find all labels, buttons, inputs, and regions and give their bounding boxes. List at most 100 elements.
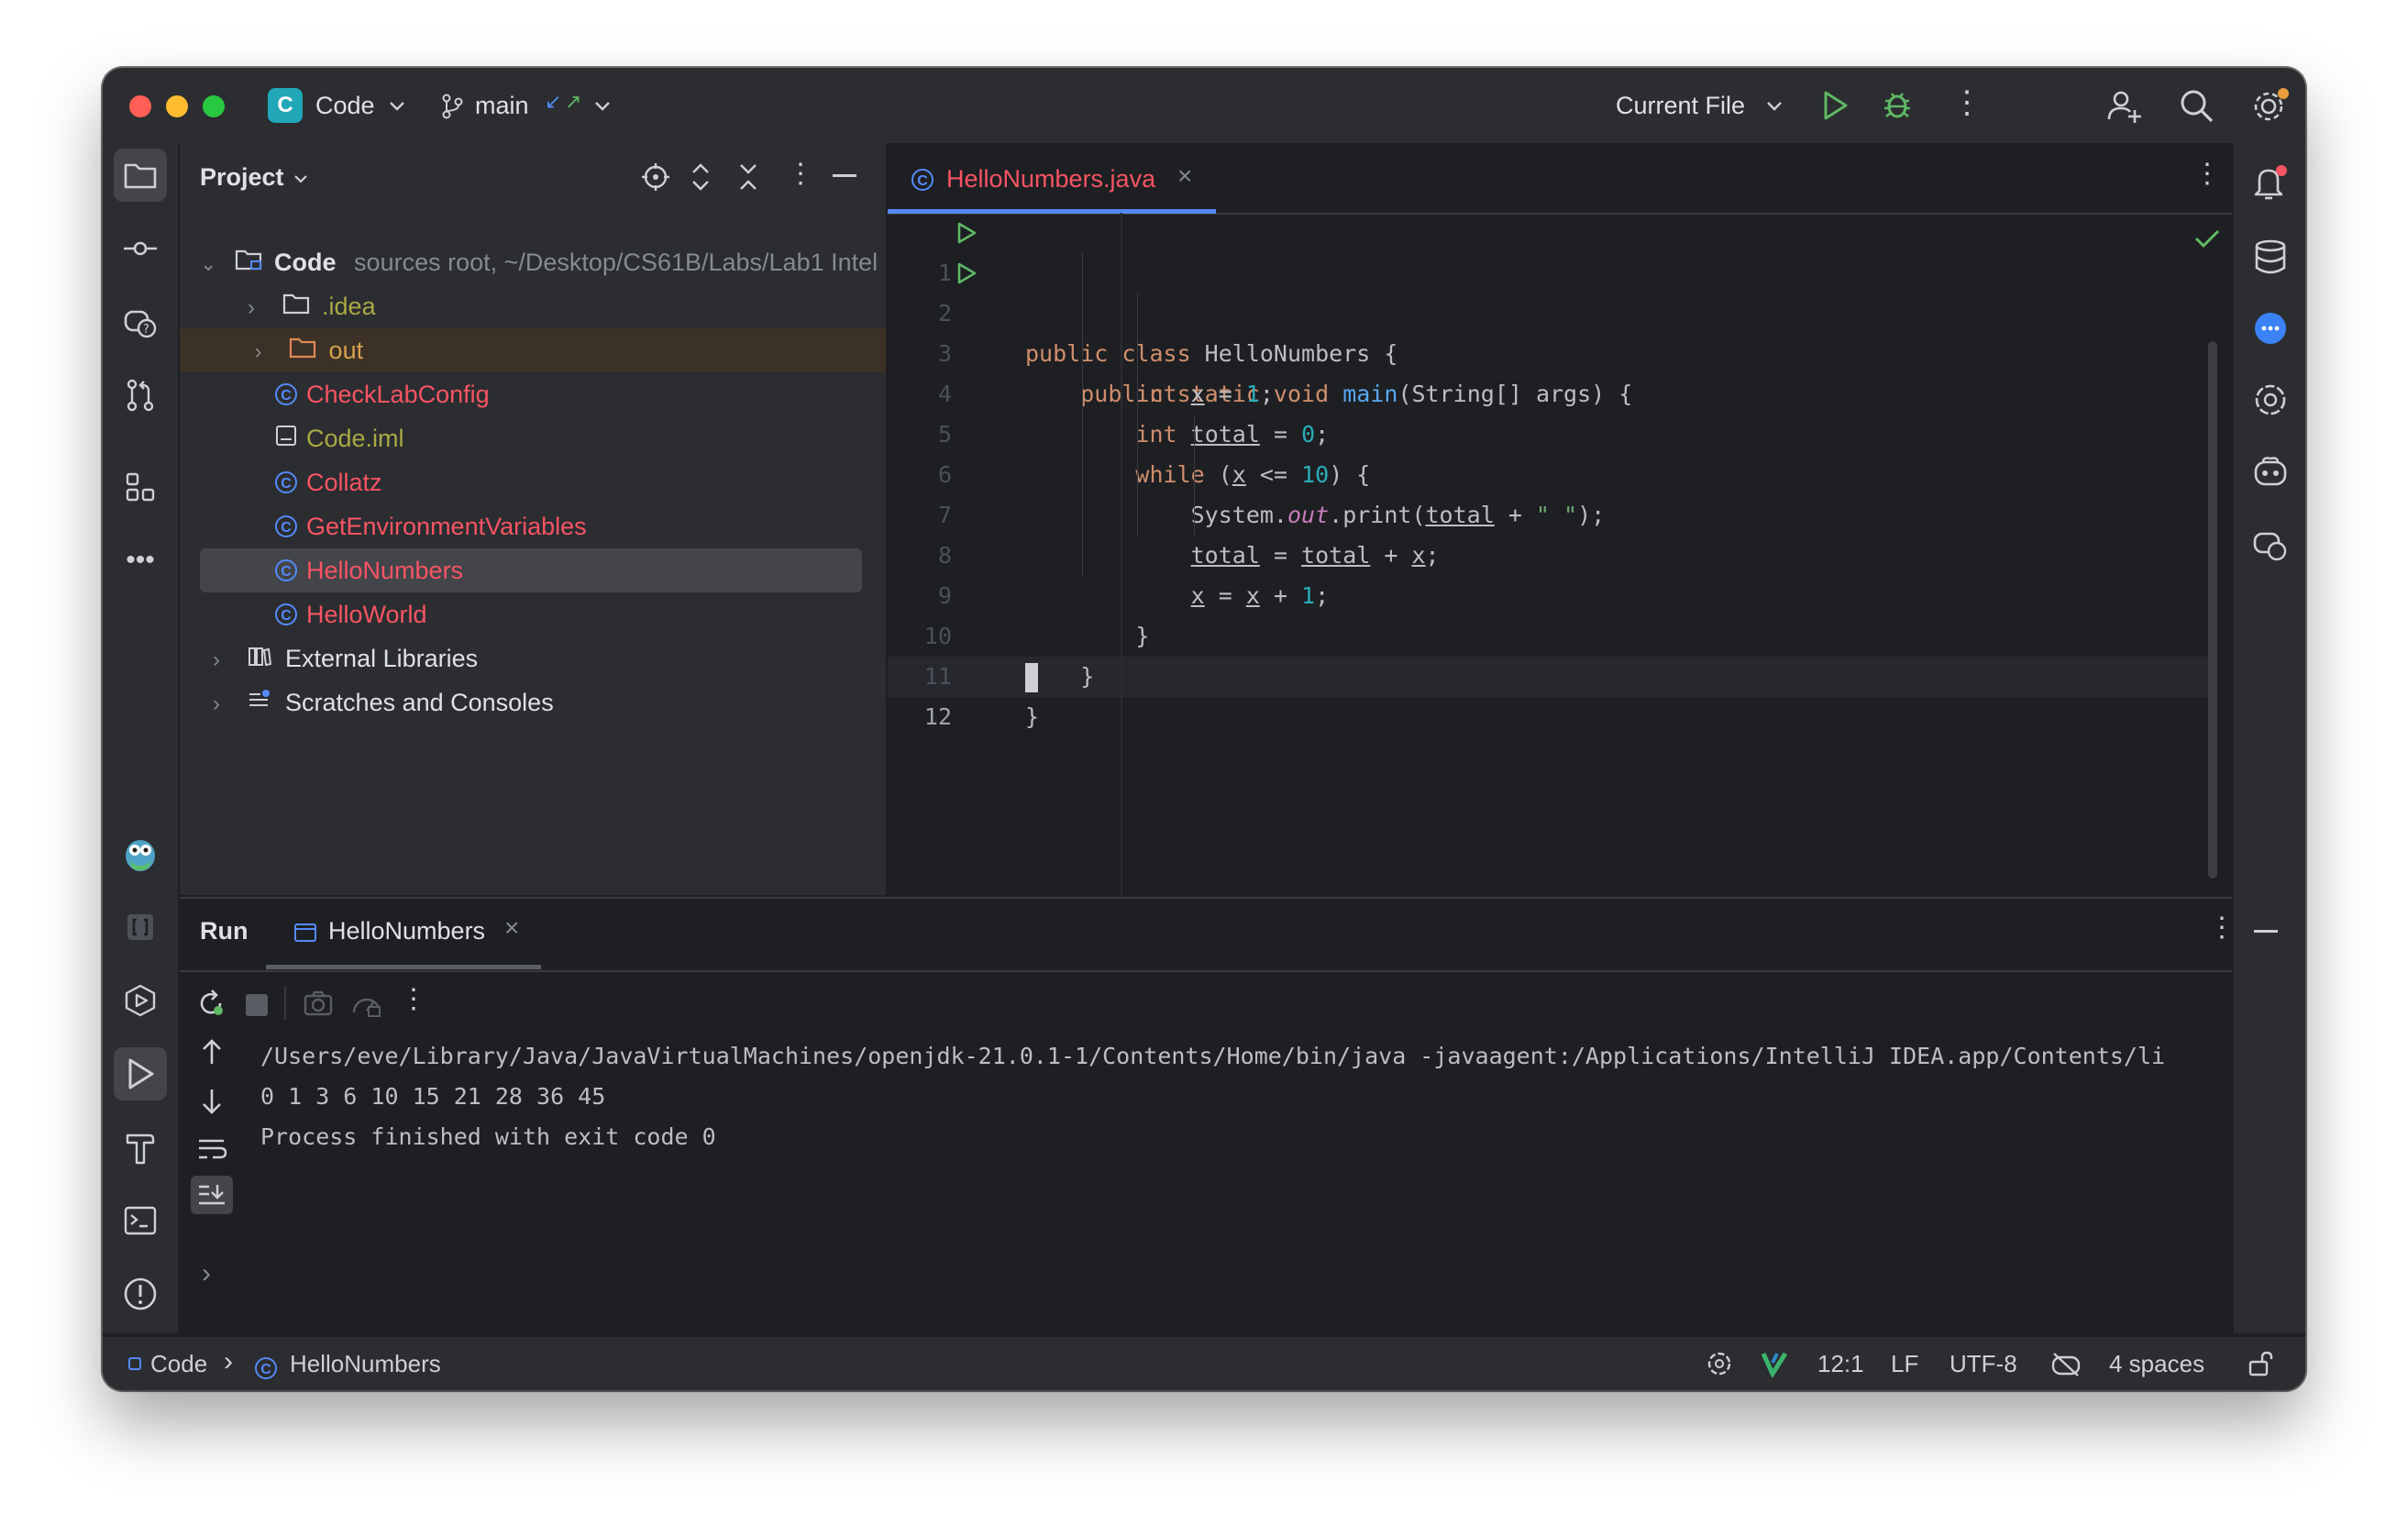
run-gutter-icon[interactable] — [955, 222, 978, 244]
assistant-chat-icon[interactable] — [2252, 310, 2289, 347]
code-line: 12 — [888, 657, 2232, 730]
search-icon[interactable] — [2179, 88, 2215, 125]
terminal-tool-button[interactable] — [114, 1194, 167, 1247]
more-tool-windows-icon[interactable]: ••• — [114, 534, 167, 587]
expand-all-icon[interactable] — [690, 161, 712, 193]
project-tool-button[interactable] — [114, 149, 167, 202]
tree-item-label: Collatz — [306, 469, 382, 496]
copilot-chat-tool-button[interactable]: ? — [114, 295, 167, 348]
more-actions-icon[interactable]: ⋮ — [1951, 84, 1983, 121]
tree-item-label: out — [328, 337, 364, 364]
notifications-bell-icon[interactable] — [2252, 163, 2289, 204]
up-arrow-icon[interactable] — [198, 1036, 226, 1067]
copilot-chat-icon[interactable] — [2252, 526, 2289, 563]
code-line: 6 System.out.print(total + " "); — [937, 461, 1606, 528]
copilot-disabled-icon[interactable] — [2050, 1350, 2082, 1377]
project-panel-title[interactable]: Project — [200, 163, 284, 192]
add-user-icon[interactable] — [2107, 88, 2144, 125]
plugin-mascot-tool-button[interactable] — [114, 827, 167, 880]
copilot-icon[interactable] — [2252, 453, 2289, 490]
database-icon[interactable] — [2252, 238, 2289, 277]
tree-item-label: HelloWorld — [306, 601, 427, 628]
breadcrumb-file[interactable]: HelloNumbers — [290, 1350, 441, 1378]
run-tool-window: Run HelloNumbers × ⋮ ⋮ › /Users/eve/Libr… — [180, 897, 2278, 1335]
console-line: Process finished with exit code 0 — [260, 1123, 716, 1150]
no-problems-check-icon[interactable] — [2193, 227, 2221, 249]
pull-requests-tool-button[interactable] — [114, 369, 167, 422]
openai-status-icon[interactable] — [1706, 1350, 1733, 1377]
problems-tool-button[interactable] — [114, 1267, 167, 1321]
rerun-icon[interactable] — [196, 989, 226, 1018]
structure-tool-button[interactable] — [114, 460, 167, 514]
stop-icon[interactable] — [246, 994, 268, 1016]
console-output[interactable]: /Users/eve/Library/Java/JavaVirtualMachi… — [260, 1036, 2232, 1266]
problems-icon — [124, 1277, 157, 1310]
branch-icon — [442, 94, 463, 119]
close-window-button[interactable] — [129, 95, 151, 117]
file-encoding[interactable]: UTF-8 — [1950, 1350, 2017, 1378]
minimize-panel-icon[interactable] — [2254, 930, 2278, 933]
tree-item-hellonumbers[interactable]: C HelloNumbers — [200, 548, 862, 592]
breadcrumb-project[interactable]: Code — [150, 1350, 207, 1378]
expand-actions-icon[interactable]: › — [202, 1258, 211, 1289]
run-configuration-selector[interactable]: Current File — [1610, 77, 1794, 134]
build-tool-button[interactable] — [114, 1121, 167, 1174]
tree-item-external-libraries[interactable]: › External Libraries — [213, 636, 478, 680]
tree-item-code-root[interactable]: ⌄ Code sources root, ~/Desktop/CS61B/Lab… — [200, 240, 878, 284]
minimize-window-button[interactable] — [166, 95, 188, 117]
editor-scrollbar[interactable] — [2208, 341, 2217, 879]
zoom-window-button[interactable] — [203, 95, 225, 117]
tree-item-getenvironmentvariables[interactable]: C GetEnvironmentVariables — [275, 504, 587, 548]
options-menu-icon[interactable]: ⋮ — [787, 158, 814, 190]
tree-item-label: HelloNumbers — [306, 557, 464, 584]
run-gutter-icon[interactable] — [955, 262, 978, 284]
branch-switcher[interactable]: main ↙ ↗ — [436, 77, 638, 134]
run-icon[interactable] — [1821, 90, 1849, 121]
tree-item-checklabconfig[interactable]: C CheckLabConfig — [275, 372, 490, 416]
services-tool-button[interactable] — [114, 974, 167, 1027]
tree-item-code-iml[interactable]: Code.iml — [275, 416, 404, 460]
tree-item-label: External Libraries — [285, 645, 479, 672]
soft-wrap-icon[interactable] — [196, 1135, 227, 1163]
project-switcher[interactable]: C Code — [264, 77, 420, 134]
code-line: 9 } — [937, 582, 1150, 649]
java-class-icon: C — [275, 603, 297, 625]
scroll-to-end-button[interactable] — [191, 1176, 233, 1214]
gutter-separator — [1121, 213, 1122, 895]
tree-item-collatz[interactable]: C Collatz — [275, 460, 382, 504]
minimize-panel-icon[interactable] — [833, 174, 856, 177]
down-arrow-icon[interactable] — [198, 1086, 226, 1117]
tab-options-icon[interactable]: ⋮ — [2193, 158, 2221, 190]
tree-item-helloworld[interactable]: C HelloWorld — [275, 592, 427, 636]
run-icon — [128, 1058, 154, 1089]
tree-item-label: .idea — [322, 293, 376, 320]
run-tab-hellonumbers[interactable]: HelloNumbers × — [266, 899, 541, 970]
tree-item-idea[interactable]: › .idea — [248, 284, 376, 328]
camera-snapshot-icon[interactable] — [303, 989, 334, 1018]
settings-gear-icon[interactable] — [2250, 86, 2291, 127]
close-tab-icon[interactable]: × — [1177, 161, 1192, 191]
openai-icon[interactable] — [2252, 382, 2289, 418]
vim-icon[interactable] — [1761, 1350, 1788, 1377]
line-separator[interactable]: LF — [1891, 1350, 1918, 1378]
close-tab-icon[interactable]: × — [504, 913, 519, 943]
commit-tool-button[interactable] — [114, 222, 167, 275]
debug-icon[interactable] — [1882, 88, 1913, 121]
code-editor[interactable]: C HelloNumbers.java × ⋮ 1 public class H… — [888, 143, 2232, 895]
locate-file-icon[interactable] — [640, 161, 671, 193]
indent-setting[interactable]: 4 spaces — [2109, 1350, 2204, 1378]
code-line: 7 total = total + x; — [937, 502, 1440, 569]
collapse-all-icon[interactable] — [737, 161, 759, 193]
code-area[interactable]: 1 public class HelloNumbers { 2 public s… — [888, 213, 2232, 895]
run-options-icon[interactable]: ⋮ — [2208, 912, 2236, 944]
more-run-actions-icon[interactable]: ⋮ — [400, 983, 427, 1015]
tree-item-out[interactable]: › out — [180, 328, 886, 372]
unlock-icon[interactable] — [2247, 1350, 2274, 1377]
editor-tab-hellonumbers[interactable]: C HelloNumbers.java × — [888, 143, 1216, 214]
folder-icon — [282, 284, 315, 328]
tree-item-scratches[interactable]: › Scratches and Consoles — [213, 680, 554, 724]
caret-position[interactable]: 12:1 — [1817, 1350, 1864, 1378]
profiler-icon[interactable] — [350, 989, 383, 1018]
json-tool-button[interactable] — [114, 901, 167, 954]
run-tool-button[interactable] — [114, 1047, 167, 1100]
